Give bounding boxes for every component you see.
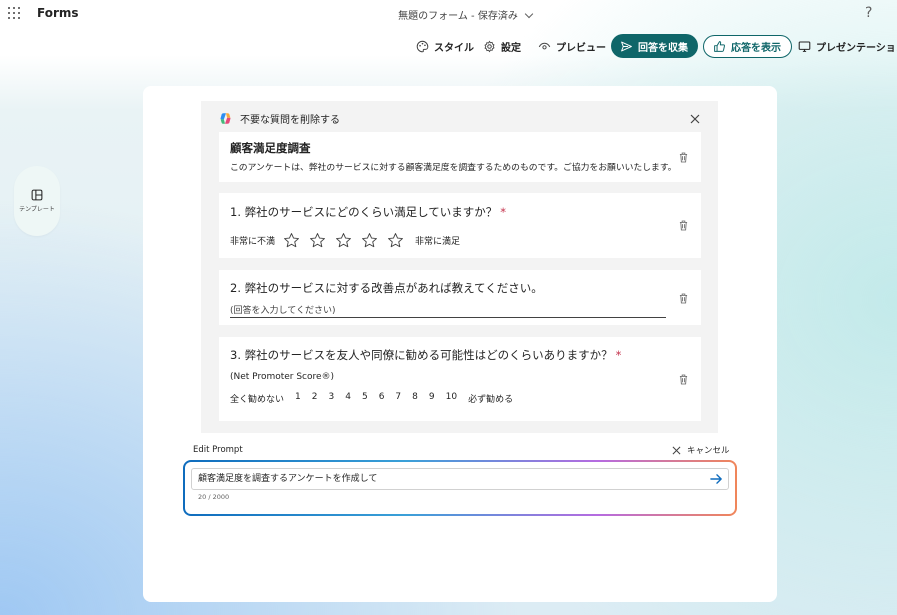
nps-option[interactable]: 10 [446, 392, 457, 405]
nps-option[interactable]: 9 [429, 392, 435, 405]
nps-option[interactable]: 5 [362, 392, 368, 405]
prompt-box-inner: 顧客満足度を調査するアンケートを作成して 20 / 2000 [185, 462, 735, 514]
question-title-3: 3. 弊社のサービスを友人や同僚に勧める可能性はどのくらいありますか？ * [230, 348, 622, 362]
form-title-block[interactable]: 顧客満足度調査 このアンケートは、弊社のサービスに対する顧客満足度を調査するため… [219, 132, 701, 182]
toolbar: スタイル 設定 プレビュー 回答を収集 応答を表示 プレゼンテーション [0, 34, 897, 58]
preview-button[interactable]: プレビュー [538, 34, 606, 58]
required-marker: * [500, 205, 507, 219]
gear-icon [484, 40, 495, 52]
edit-prompt-label: Edit Prompt [193, 445, 243, 455]
question-subtitle-3: (Net Promoter Score®) [230, 372, 335, 382]
required-marker: * [615, 348, 622, 362]
preview-label: プレビュー [556, 42, 606, 54]
star-icon[interactable] [387, 232, 404, 249]
star-icon[interactable] [283, 232, 300, 249]
nps-option[interactable]: 4 [345, 392, 351, 405]
nps-high-label: 必ず勧める [468, 395, 514, 405]
prompt-box: 顧客満足度を調査するアンケートを作成して 20 / 2000 [183, 460, 737, 516]
answer-input[interactable]: (回答を入力してください) [230, 303, 666, 318]
presentation-button[interactable]: プレゼンテーション [798, 34, 897, 58]
presentation-label: プレゼンテーション [816, 42, 897, 54]
nps-option[interactable]: 7 [395, 392, 401, 405]
send-icon [621, 41, 632, 51]
nps-option[interactable]: 8 [412, 392, 418, 405]
nps-scale: 全く勧めない 1 2 3 4 5 6 7 8 9 10 必ず勧める [230, 392, 513, 405]
layout-icon [31, 189, 43, 201]
trash-icon[interactable] [679, 152, 688, 163]
collect-label: 回答を収集 [638, 42, 688, 54]
help-button[interactable]: ? [865, 5, 872, 21]
star-icon[interactable] [335, 232, 352, 249]
rating-high-label: 非常に満足 [415, 237, 461, 247]
template-button[interactable]: テンプレート [14, 166, 60, 236]
prompt-input[interactable]: 顧客満足度を調査するアンケートを作成して [191, 468, 729, 490]
question-title-1: 1. 弊社のサービスにどのくらい満足していますか？ * [230, 205, 507, 219]
view-responses-button[interactable]: 応答を表示 [703, 35, 792, 58]
nps-option[interactable]: 3 [328, 392, 334, 405]
question-title-2: 2. 弊社のサービスに対する改善点があれば教えてください。 [230, 281, 543, 295]
settings-button[interactable]: 設定 [483, 34, 521, 58]
document-title-text: 無題のフォーム - 保存済み [398, 11, 518, 22]
close-icon[interactable] [689, 113, 701, 125]
cancel-label: キャンセル [687, 446, 730, 456]
nps-low-label: 全く勧めない [230, 395, 285, 405]
top-bar: Forms 無題のフォーム - 保存済み ? [0, 0, 897, 28]
panel-header: 不要な質問を削除する [219, 110, 340, 126]
template-label: テンプレート [19, 206, 55, 213]
star-icon[interactable] [361, 232, 378, 249]
trash-icon[interactable] [679, 220, 688, 231]
nps-option[interactable]: 1 [295, 392, 301, 405]
rating-scale: 非常に不満 非常に満足 [230, 232, 460, 249]
thumbs-up-icon [714, 41, 725, 52]
monitor-icon [798, 41, 811, 52]
question-card-2[interactable]: 2. 弊社のサービスに対する改善点があれば教えてください。 (回答を入力してくだ… [219, 270, 701, 325]
panel-header-text: 不要な質問を削除する [240, 114, 340, 126]
eye-icon [538, 42, 551, 49]
question-card-1[interactable]: 1. 弊社のサービスにどのくらい満足していますか？ * 非常に不満 非常に満足 [219, 193, 701, 258]
nps-option[interactable]: 6 [379, 392, 385, 405]
question-card-3[interactable]: 3. 弊社のサービスを友人や同僚に勧める可能性はどのくらいありますか？ * (Ne… [219, 337, 701, 421]
character-counter: 20 / 2000 [198, 493, 230, 501]
star-icon[interactable] [309, 232, 326, 249]
style-button[interactable]: スタイル [416, 34, 474, 58]
settings-label: 設定 [501, 42, 521, 54]
rating-low-label: 非常に不満 [230, 237, 276, 247]
close-icon [672, 446, 681, 454]
arrow-right-icon[interactable] [710, 473, 723, 485]
trash-icon[interactable] [679, 374, 688, 385]
form-description: このアンケートは、弊社のサービスに対する顧客満足度を調査するためのものです。ご協… [230, 163, 677, 173]
trash-icon[interactable] [679, 293, 688, 304]
style-label: スタイル [434, 42, 474, 54]
collect-responses-button[interactable]: 回答を収集 [611, 34, 698, 58]
form-title: 顧客満足度調査 [230, 141, 311, 155]
palette-icon [416, 40, 429, 52]
cancel-button[interactable]: キャンセル [672, 444, 730, 456]
document-title[interactable]: 無題のフォーム - 保存済み [0, 7, 897, 22]
copilot-icon [220, 112, 231, 124]
responses-label: 応答を表示 [731, 43, 781, 54]
chevron-down-icon [524, 9, 534, 19]
nps-option[interactable]: 2 [312, 392, 318, 405]
